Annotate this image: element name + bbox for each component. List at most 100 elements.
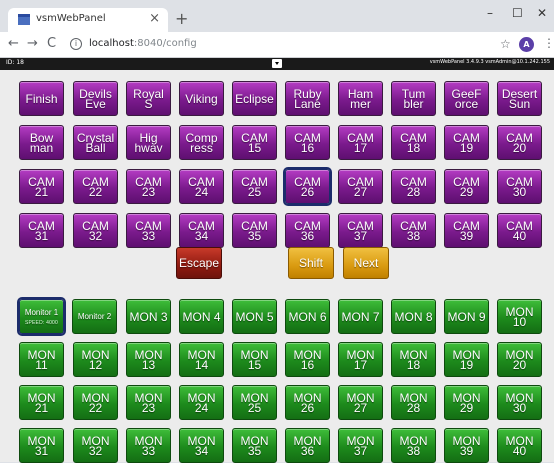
monitor-button[interactable]: MON 6 (285, 299, 330, 334)
camera-button[interactable]: CAM 32 (73, 213, 118, 248)
monitor-button[interactable]: MON 29 (444, 385, 489, 420)
camera-button[interactable]: Bow man (19, 125, 64, 160)
camera-button[interactable]: Crystal Ball (73, 125, 118, 160)
monitor-button[interactable]: MON 39 (444, 428, 489, 463)
camera-button[interactable]: CAM 25 (232, 169, 277, 204)
next-button[interactable]: Next (343, 247, 389, 279)
monitor-button[interactable]: MON 34 (179, 428, 224, 463)
monitor-button[interactable]: MON 10 (497, 299, 542, 334)
profile-avatar[interactable]: A (519, 37, 534, 52)
tab-close-icon[interactable]: × (149, 11, 160, 26)
camera-button[interactable]: CAM 35 (232, 213, 277, 248)
camera-button[interactable]: CAM 34 (179, 213, 224, 248)
camera-button[interactable]: CAM 27 (338, 169, 383, 204)
camera-button[interactable]: CAM 30 (497, 169, 542, 204)
maximize-button[interactable]: ☐ (512, 6, 523, 20)
monitor-button[interactable]: MON 28 (391, 385, 436, 420)
camera-button[interactable]: CAM 21 (19, 169, 64, 204)
back-arrow-icon[interactable]: ← (8, 36, 19, 51)
monitor-button[interactable]: MON 16 (285, 342, 330, 377)
monitor-button[interactable]: MON 40 (497, 428, 542, 463)
camera-button[interactable]: Royal S (126, 81, 171, 116)
close-window-button[interactable]: ✕ (537, 6, 547, 20)
monitor-button-label: MON 7 (341, 309, 380, 324)
monitor-button[interactable]: MON 13 (126, 342, 171, 377)
browser-tab[interactable]: vsmWebPanel × (8, 8, 168, 32)
camera-button[interactable]: CAM 17 (338, 125, 383, 160)
monitor-1-button[interactable]: Monitor 1 SPEED: 4000 (17, 297, 66, 336)
site-info-icon[interactable]: i (70, 38, 82, 50)
monitor-button[interactable]: MON 38 (391, 428, 436, 463)
camera-button[interactable]: Devils Eve (73, 81, 118, 116)
camera-button[interactable]: Desert Sun (497, 81, 542, 116)
camera-button[interactable]: CAM 16 (285, 125, 330, 160)
monitor-button[interactable]: MON 5 (232, 299, 277, 334)
monitor-button[interactable]: MON 23 (126, 385, 171, 420)
monitor-button[interactable]: MON 12 (73, 342, 118, 377)
bookmark-star-icon[interactable]: ☆ (500, 37, 511, 51)
browser-menu-icon[interactable]: ⋮ (543, 36, 554, 50)
monitor-button[interactable]: MON 37 (338, 428, 383, 463)
new-tab-button[interactable]: + (175, 9, 188, 28)
monitor-button[interactable]: MON 25 (232, 385, 277, 420)
camera-button[interactable]: CAM 37 (338, 213, 383, 248)
camera-button[interactable]: GeeF orce (444, 81, 489, 116)
monitor-button[interactable]: MON 15 (232, 342, 277, 377)
camera-button[interactable]: Finish (19, 81, 64, 116)
camera-button[interactable]: CAM 15 (232, 125, 277, 160)
monitor-button[interactable]: MON 20 (497, 342, 542, 377)
monitor-button[interactable]: MON 30 (497, 385, 542, 420)
monitor-button[interactable]: MON 26 (285, 385, 330, 420)
camera-button[interactable]: Eclipse (232, 81, 277, 116)
camera-button[interactable]: CAM 22 (73, 169, 118, 204)
monitor-button[interactable]: MON 21 (19, 385, 64, 420)
camera-button[interactable]: CAM 20 (497, 125, 542, 160)
camera-button[interactable]: Tum bler (391, 81, 436, 116)
camera-button[interactable]: Hig hwav (126, 125, 171, 160)
forward-arrow-icon[interactable]: → (27, 36, 38, 51)
monitor-button[interactable]: MON 18 (391, 342, 436, 377)
camera-button[interactable]: Viking (179, 81, 224, 116)
monitor-button[interactable]: MON 9 (444, 299, 489, 334)
monitor-button[interactable]: MON 22 (73, 385, 118, 420)
dropdown-toggle-icon[interactable] (272, 59, 282, 68)
camera-button[interactable]: CAM 23 (126, 169, 171, 204)
monitor-button[interactable]: MON 35 (232, 428, 277, 463)
address-bar[interactable]: localhost:8040/config (89, 38, 197, 49)
monitor-button-label: MON 25 (240, 390, 269, 415)
monitor-button[interactable]: MON 24 (179, 385, 224, 420)
monitor-button[interactable]: MON 32 (73, 428, 118, 463)
monitor-button[interactable]: MON 17 (338, 342, 383, 377)
camera-button[interactable]: CAM 24 (179, 169, 224, 204)
shift-button[interactable]: Shift (288, 247, 334, 279)
monitor-2-button[interactable]: Monitor 2 (72, 299, 117, 334)
monitor-button[interactable]: MON 33 (126, 428, 171, 463)
monitor-button[interactable]: MON 7 (338, 299, 383, 334)
camera-button[interactable]: Ham mer (338, 81, 383, 116)
camera-button[interactable]: CAM 28 (391, 169, 436, 204)
monitor-button[interactable]: MON 36 (285, 428, 330, 463)
camera-button[interactable]: CAM 40 (497, 213, 542, 248)
camera-button[interactable]: CAM 19 (444, 125, 489, 160)
camera-button[interactable]: CAM 38 (391, 213, 436, 248)
camera-button[interactable]: Comp ress (179, 125, 224, 160)
camera-button[interactable]: CAM 39 (444, 213, 489, 248)
camera-button[interactable]: CAM 36 (285, 213, 330, 248)
camera-button[interactable]: CAM 29 (444, 169, 489, 204)
camera-button[interactable]: Ruby Lane (285, 81, 330, 116)
camera-button[interactable]: CAM 18 (391, 125, 436, 160)
minimize-button[interactable]: – (487, 6, 493, 20)
monitor-button[interactable]: MON 31 (19, 428, 64, 463)
monitor-button[interactable]: MON 3 (126, 299, 171, 334)
monitor-button[interactable]: MON 27 (338, 385, 383, 420)
monitor-button[interactable]: MON 11 (19, 342, 64, 377)
monitor-button[interactable]: MON 19 (444, 342, 489, 377)
reload-icon[interactable]: C (47, 36, 56, 51)
camera-button[interactable]: CAM 33 (126, 213, 171, 248)
monitor-button[interactable]: MON 14 (179, 342, 224, 377)
camera-button[interactable]: CAM 31 (19, 213, 64, 248)
monitor-button[interactable]: MON 8 (391, 299, 436, 334)
camera-button[interactable]: CAM 26 (283, 167, 332, 206)
monitor-button[interactable]: MON 4 (179, 299, 224, 334)
escape-button[interactable]: Escape (176, 247, 222, 279)
